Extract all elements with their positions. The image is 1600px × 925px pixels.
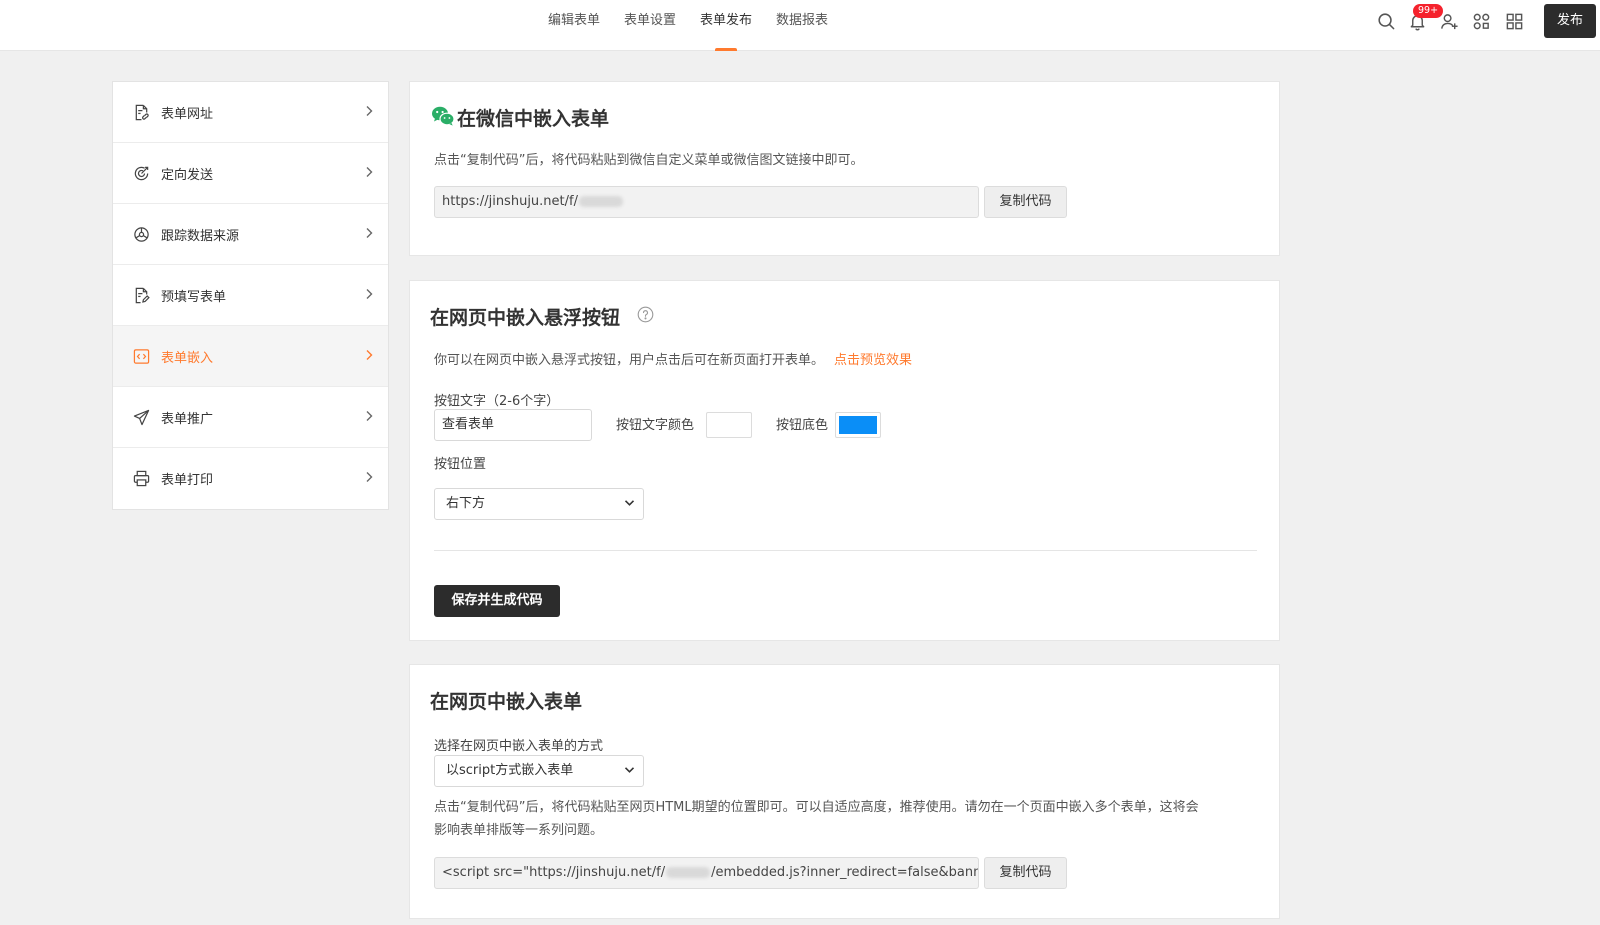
sidebar-item-track-source[interactable]: 跟踪数据来源 bbox=[113, 204, 388, 265]
bg-color-label: 按钮底色 bbox=[776, 418, 829, 433]
search-icon[interactable] bbox=[1375, 10, 1397, 32]
sidebar-item-label: 表单网址 bbox=[161, 106, 214, 122]
script-code-suffix: /embedded.js?inner_redirect=false&banner… bbox=[711, 865, 979, 880]
question-circle-icon[interactable] bbox=[637, 306, 654, 323]
sidebar-item-label: 定向发送 bbox=[161, 167, 214, 183]
page-section-title: 在网页中嵌入表单 bbox=[430, 691, 583, 713]
float-description-text: 你可以在网页中嵌入悬浮式按钮，用户点击后可在新页面打开表单。 bbox=[434, 353, 825, 368]
button-position-label: 按钮位置 bbox=[434, 457, 487, 472]
sidebar-item-form-embed[interactable]: 表单嵌入 bbox=[113, 326, 388, 387]
embed-method-value: 以script方式嵌入表单 bbox=[446, 763, 574, 778]
embed-method-label: 选择在网页中嵌入表单的方式 bbox=[434, 739, 604, 754]
sidebar-item-label: 跟踪数据来源 bbox=[161, 228, 240, 244]
wechat-code-field[interactable]: https://jinshuju.net/f/ bbox=[434, 186, 979, 218]
sidebar-item-targeted-send[interactable]: 定向发送 bbox=[113, 143, 388, 204]
chevron-right-icon bbox=[366, 167, 373, 177]
wechat-copy-code-button[interactable]: 复制代码 bbox=[984, 186, 1067, 218]
script-code-prefix: <script src="https://jinshuju.net/f/ bbox=[442, 865, 666, 880]
button-text-label: 按钮文字（2-6个字） bbox=[434, 394, 560, 409]
prefill-icon bbox=[132, 286, 150, 304]
button-position-value: 右下方 bbox=[446, 496, 486, 511]
grid-icon[interactable] bbox=[1503, 10, 1525, 32]
chevron-right-icon bbox=[366, 350, 373, 360]
text-color-label: 按钮文字颜色 bbox=[616, 418, 695, 433]
form-link-icon bbox=[132, 103, 150, 121]
chevron-right-icon bbox=[366, 106, 373, 116]
chevron-right-icon bbox=[366, 289, 373, 299]
sidebar-item-label: 表单嵌入 bbox=[161, 350, 214, 366]
text-color-picker[interactable] bbox=[706, 412, 752, 438]
chevron-right-icon bbox=[366, 228, 373, 238]
blurred-form-id bbox=[666, 867, 711, 878]
page-section-description-line2: 影响表单排版等一系列问题。 bbox=[434, 823, 604, 838]
top-bar: 编辑表单 表单设置 表单发布 数据报表 99+ 发布 bbox=[0, 0, 1600, 51]
float-section-description: 你可以在网页中嵌入悬浮式按钮，用户点击后可在新页面打开表单。 点击预览效果 bbox=[434, 349, 912, 368]
preview-effect-link[interactable]: 点击预览效果 bbox=[834, 353, 912, 368]
float-button-card: 在网页中嵌入悬浮按钮 你可以在网页中嵌入悬浮式按钮，用户点击后可在新页面打开表单… bbox=[409, 280, 1280, 641]
wechat-section-description: 点击“复制代码”后，将代码粘贴到微信自定义菜单或微信图文链接中即可。 bbox=[434, 153, 864, 168]
collaborate-icon[interactable] bbox=[1470, 10, 1492, 32]
sidebar-item-prefill[interactable]: 预填写表单 bbox=[113, 265, 388, 326]
printer-icon bbox=[132, 470, 150, 488]
top-tabs: 编辑表单 表单设置 表单发布 数据报表 bbox=[536, 0, 840, 51]
wechat-code-text: https://jinshuju.net/f/ bbox=[442, 194, 578, 209]
page-embed-card: 在网页中嵌入表单 选择在网页中嵌入表单的方式 以script方式嵌入表单 点击“… bbox=[409, 664, 1280, 919]
embed-icon bbox=[132, 347, 150, 365]
chevron-right-icon bbox=[366, 411, 373, 421]
text-color-swatch bbox=[710, 416, 748, 434]
button-text-input[interactable]: 查看表单 bbox=[434, 409, 592, 441]
sidebar-item-label: 预填写表单 bbox=[161, 289, 227, 305]
target-send-icon bbox=[132, 164, 150, 182]
section-divider bbox=[434, 550, 1257, 551]
wechat-section-title: 在微信中嵌入表单 bbox=[457, 108, 610, 130]
sidebar-item-label: 表单打印 bbox=[161, 473, 214, 488]
save-generate-code-button[interactable]: 保存并生成代码 bbox=[434, 585, 560, 617]
sidebar-item-form-url[interactable]: 表单网址 bbox=[113, 82, 388, 143]
paper-plane-icon bbox=[132, 408, 150, 426]
track-source-icon bbox=[132, 225, 150, 243]
add-user-icon[interactable] bbox=[1438, 10, 1460, 32]
wechat-icon bbox=[432, 106, 455, 126]
blurred-form-id bbox=[578, 196, 623, 207]
tab-form-settings[interactable]: 表单设置 bbox=[612, 0, 688, 51]
button-position-select[interactable]: 右下方 bbox=[434, 488, 644, 520]
bg-color-picker[interactable] bbox=[835, 412, 881, 438]
wechat-embed-card: 在微信中嵌入表单 点击“复制代码”后，将代码粘贴到微信自定义菜单或微信图文链接中… bbox=[409, 81, 1280, 256]
embed-method-select[interactable]: 以script方式嵌入表单 bbox=[434, 755, 644, 787]
tab-form-publish[interactable]: 表单发布 bbox=[688, 0, 764, 51]
chevron-down-icon bbox=[624, 500, 635, 506]
sidebar-item-promote[interactable]: 表单推广 bbox=[113, 387, 388, 448]
script-copy-code-button[interactable]: 复制代码 bbox=[984, 857, 1067, 889]
sidebar-item-print[interactable]: 表单打印 bbox=[113, 448, 388, 509]
page-section-description-line1: 点击“复制代码”后，将代码粘贴至网页HTML期望的位置即可。可以自适应高度，推荐… bbox=[434, 800, 1199, 815]
sidebar-item-label: 表单推广 bbox=[161, 411, 214, 427]
chevron-down-icon bbox=[624, 767, 635, 773]
float-section-title: 在网页中嵌入悬浮按钮 bbox=[430, 307, 621, 329]
bg-color-swatch bbox=[839, 416, 877, 434]
tab-data-report[interactable]: 数据报表 bbox=[764, 0, 840, 51]
script-code-field[interactable]: <script src="https://jinshuju.net/f/ /emb… bbox=[434, 857, 979, 889]
tab-edit-form[interactable]: 编辑表单 bbox=[536, 0, 612, 51]
publish-button[interactable]: 发布 bbox=[1544, 4, 1596, 38]
publish-sidebar: 表单网址 定向发送 跟踪数据来源 预填写表单 表单嵌入 表单推广 表单打印 bbox=[112, 81, 389, 510]
chevron-right-icon bbox=[366, 472, 373, 482]
